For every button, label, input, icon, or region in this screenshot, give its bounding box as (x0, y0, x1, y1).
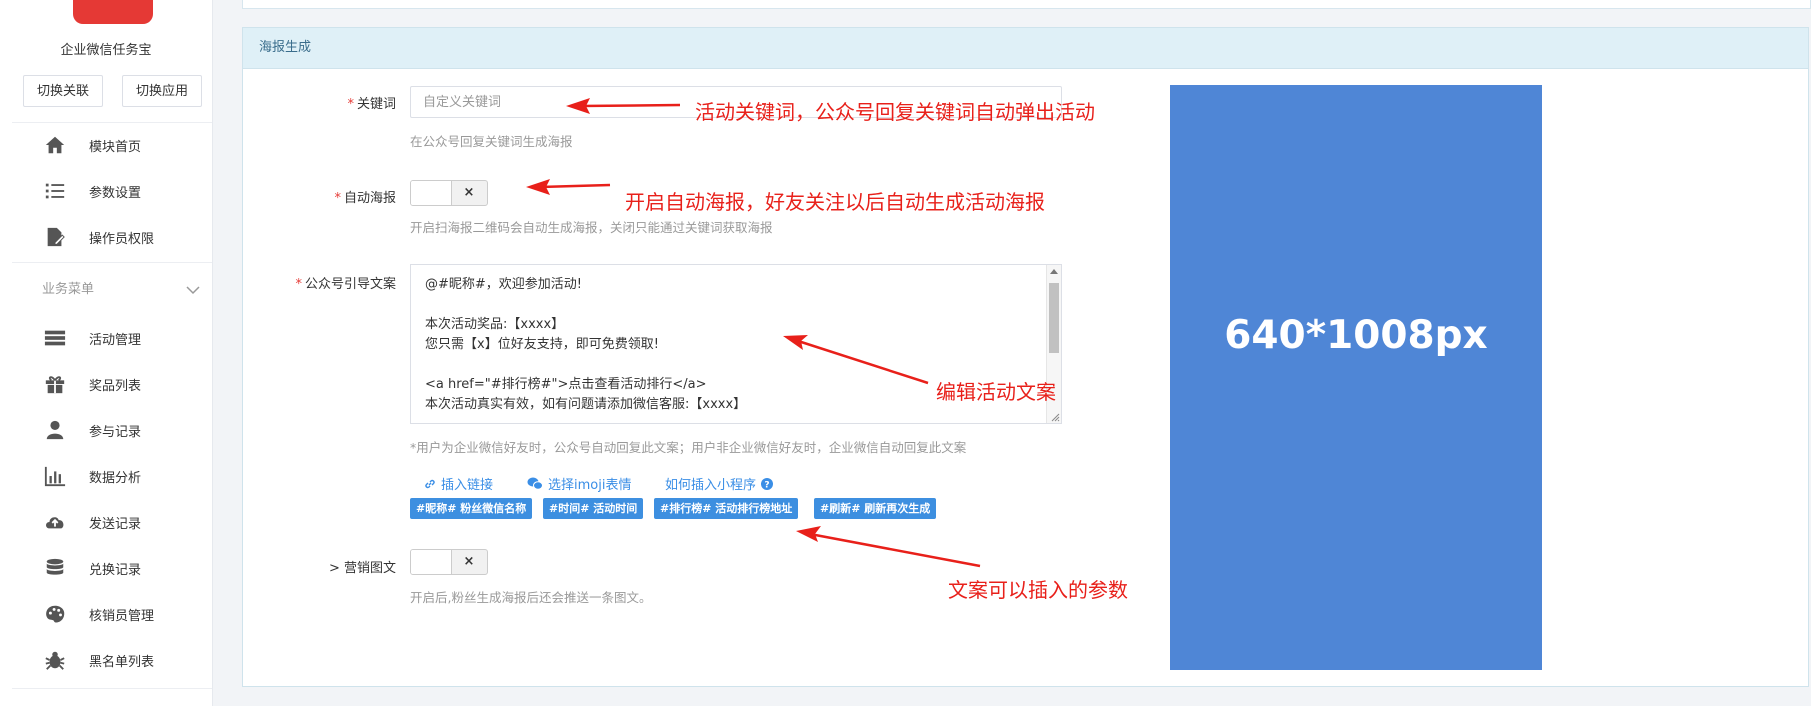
param-tag-nickname[interactable]: #昵称# 粉丝微信名称 (410, 498, 533, 519)
panel-title: 海报生成 (243, 28, 1808, 69)
sidebar-item-blacklist[interactable]: 黑名单列表 (0, 640, 212, 680)
chevron-down-icon[interactable] (186, 280, 200, 299)
sidebar-item-label: 操作员权限 (89, 231, 155, 247)
keyword-label: * 关键词 (236, 93, 396, 112)
sidebar-divider (12, 122, 212, 123)
wechat-icon (527, 477, 543, 490)
auto-poster-help: 开启扫海报二维码会自动生成海报，关闭只能通过关键词获取海报 (410, 220, 773, 235)
sidebar-item-params[interactable]: 参数设置 (0, 171, 212, 211)
annotation-auto-poster: 开启自动海报，好友关注以后自动生成活动海报 (625, 190, 1045, 214)
sidebar: 企业微信任务宝 切换关联 切换应用 模块首页 参数设置 操作员权限 业务菜单 活… (0, 0, 213, 706)
textarea-line: @#昵称#，欢迎参加活动! (425, 277, 582, 292)
annotation-keyword: 活动关键词，公众号回复关键词自动弹出活动 (695, 100, 1095, 124)
scroll-up-arrow-icon[interactable] (1050, 269, 1058, 274)
textarea-line: 本次活动真实有效，如有问题请添加微信客服:【xxxx】 (425, 397, 747, 412)
bar-chart-icon (43, 464, 67, 488)
guide-text-label: * 公众号引导文案 (236, 273, 396, 292)
sidebar-item-label: 发送记录 (89, 516, 142, 532)
textarea-line: 本次活动奖品:【xxxx】 (425, 317, 565, 332)
scrollbar-thumb[interactable] (1049, 283, 1059, 353)
auto-poster-label: * 自动海报 (236, 187, 396, 206)
marketing-help: 开启后,粉丝生成海报后还会推送一条图文。 (410, 590, 652, 605)
toggle-knob (411, 550, 452, 574)
gift-icon (43, 372, 67, 396)
emoji-picker-button[interactable]: 选择imoji表情 (527, 474, 631, 493)
auto-poster-label-text: 自动海报 (343, 191, 396, 206)
server-icon (43, 326, 67, 350)
sidebar-item-label: 兑换记录 (89, 562, 142, 578)
app-logo (73, 0, 153, 24)
poster-preview: 640*1008px (1170, 85, 1542, 670)
sidebar-item-home[interactable]: 模块首页 (0, 125, 212, 165)
sidebar-divider (12, 262, 212, 263)
mini-program-help-link[interactable]: 如何插入小程序 ? (665, 474, 774, 493)
required-mark: * (347, 97, 354, 112)
sidebar-item-operator[interactable]: 操作员权限 (0, 217, 212, 257)
sidebar-item-label: 数据分析 (89, 470, 142, 486)
auto-poster-toggle[interactable]: × (410, 180, 488, 206)
sidebar-item-label: 参与记录 (89, 424, 142, 440)
palette-icon (43, 602, 67, 626)
sidebar-item-label: 模块首页 (89, 139, 142, 155)
insert-link-button[interactable]: 插入链接 (424, 474, 493, 493)
insert-link-label: 插入链接 (441, 478, 494, 493)
annotation-edit-text: 编辑活动文案 (936, 380, 1056, 404)
marketing-toggle[interactable]: × (410, 549, 488, 575)
sidebar-item-analytics[interactable]: 数据分析 (0, 456, 212, 496)
sidebar-item-participation[interactable]: 参与记录 (0, 410, 212, 450)
toggle-knob (411, 181, 452, 205)
textarea-line: <a href="#排行榜#">点击查看活动排行</a> (425, 377, 707, 392)
keyword-help: 在公众号回复关键词生成海报 (410, 134, 573, 149)
sidebar-group-title: 业务菜单 (42, 282, 95, 297)
sidebar-item-label: 活动管理 (89, 332, 142, 348)
document-edit-icon (43, 225, 67, 249)
sidebar-item-label: 参数设置 (89, 185, 142, 201)
param-tag-time[interactable]: #时间# 活动时间 (543, 498, 644, 519)
svg-text:?: ? (764, 480, 769, 490)
param-tag-ranking[interactable]: #排行榜# 活动排行榜地址 (654, 498, 799, 519)
list-settings-icon (43, 179, 67, 203)
previous-panel-edge (242, 0, 1811, 9)
guide-text-help: *用户为企业微信好友时，公众号自动回复此文案；用户非企业微信好友时，企业微信自动… (410, 440, 967, 455)
sidebar-item-redeem-records[interactable]: 兑换记录 (0, 548, 212, 588)
question-circle-icon: ? (761, 477, 774, 490)
sidebar-item-prizes[interactable]: 奖品列表 (0, 364, 212, 404)
textarea-line: 您只需【x】位好友支持，即可免费领取! (425, 337, 659, 352)
poster-size-label: 640*1008px (1224, 312, 1488, 358)
sidebar-item-label: 黑名单列表 (89, 654, 155, 670)
sidebar-item-verifier[interactable]: 核销员管理 (0, 594, 212, 634)
home-icon (43, 133, 67, 157)
resize-handle-icon[interactable] (1050, 412, 1060, 422)
sidebar-item-label: 奖品列表 (89, 378, 142, 394)
required-mark: * (334, 191, 341, 206)
mini-program-label: 如何插入小程序 (665, 478, 757, 493)
guide-text-label-text: 公众号引导文案 (304, 277, 396, 292)
param-tag-refresh[interactable]: #刷新# 刷新再次生成 (814, 498, 937, 519)
sidebar-item-send-records[interactable]: 发送记录 (0, 502, 212, 542)
sidebar-item-label: 核销员管理 (89, 608, 155, 624)
keyword-label-text: 关键词 (356, 97, 396, 112)
sidebar-item-activities[interactable]: 活动管理 (0, 318, 212, 358)
cloud-upload-icon (43, 510, 67, 534)
app-name: 企业微信任务宝 (60, 43, 152, 58)
toggle-off-mark: × (463, 185, 475, 200)
marketing-label: > 营销图文 (328, 561, 396, 576)
sidebar-divider (12, 688, 212, 689)
annotation-params: 文案可以插入的参数 (948, 578, 1128, 602)
switch-relation-button[interactable]: 切换关联 (23, 75, 103, 107)
switch-app-button[interactable]: 切换应用 (122, 75, 202, 107)
link-icon (425, 479, 435, 488)
bug-icon (43, 648, 67, 672)
required-mark: * (295, 277, 302, 292)
database-icon (43, 556, 67, 580)
toggle-off-mark: × (463, 554, 475, 569)
emoji-picker-label: 选择imoji表情 (548, 478, 632, 493)
user-icon (43, 418, 67, 442)
